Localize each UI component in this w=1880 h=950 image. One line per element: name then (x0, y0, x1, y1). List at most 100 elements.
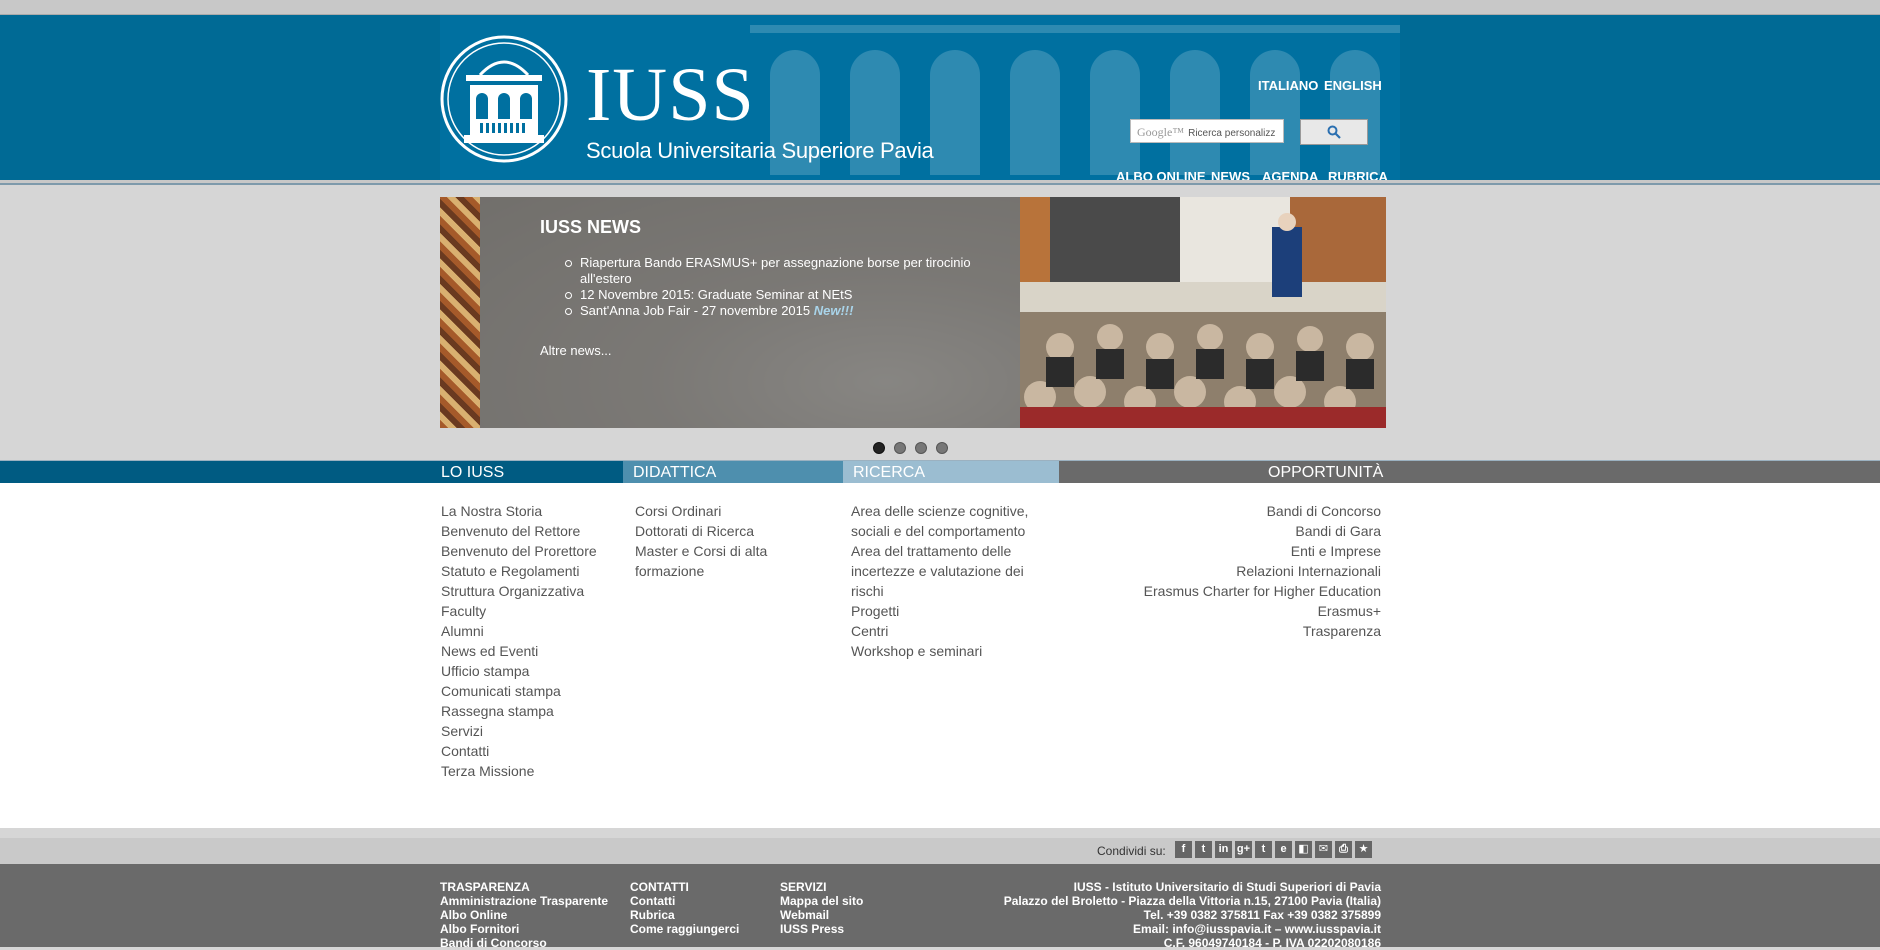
logo-subtitle: Scuola Universitaria Superiore Pavia (586, 138, 934, 163)
footer-link[interactable]: Contatti (630, 894, 739, 908)
menu-link[interactable]: Dottorati di Ricerca (635, 521, 767, 541)
slider-dot-4[interactable] (936, 442, 948, 454)
nav-news[interactable]: NEWS (1211, 169, 1250, 180)
band-lo-iuss-label: LO IUSS (441, 464, 505, 481)
google-brand: Google™ (1137, 125, 1185, 139)
top-strip (0, 0, 1880, 15)
menu-link[interactable]: Centri (851, 621, 1028, 641)
footer-link[interactable]: Bandi di Concorso (440, 936, 608, 950)
footer-link[interactable]: IUSS Press (780, 922, 863, 936)
menu-link[interactable]: Struttura Organizzativa (441, 581, 597, 601)
twitter-icon[interactable]: t (1195, 841, 1212, 858)
institution-email[interactable]: Email: info@iusspavia.it – www.iusspavia… (1004, 922, 1381, 936)
menu-link[interactable]: Corsi Ordinari (635, 501, 767, 521)
menu-link[interactable]: incertezze e valutazione dei (851, 561, 1028, 581)
menu-link[interactable]: Erasmus Charter for Higher Education (1144, 581, 1381, 601)
menu-link[interactable]: Statuto e Regolamenti (441, 561, 597, 581)
menu-link[interactable]: News ed Eventi (441, 641, 597, 661)
footer-link[interactable]: Mappa del sito (780, 894, 863, 908)
slider-dot-2[interactable] (894, 442, 906, 454)
nav-agenda[interactable]: AGENDA (1262, 169, 1318, 180)
menu-link[interactable]: Relazioni Internazionali (1144, 561, 1381, 581)
menu-ricerca: Area delle scienze cognitive, sociali e … (851, 501, 1028, 661)
menu-link[interactable]: Erasmus+ (1144, 601, 1381, 621)
menu-link[interactable]: Servizi (441, 721, 597, 741)
menu-link[interactable]: Progetti (851, 601, 1028, 621)
search-icon (1327, 125, 1341, 139)
share-bar: Condividi su: f t in g+ t e ◧ ✉ ⎙ ★ (0, 838, 1880, 864)
menu-link[interactable]: Alumni (441, 621, 597, 641)
googleplus-icon[interactable]: g+ (1235, 841, 1252, 858)
menu-link[interactable]: Rassegna stampa (441, 701, 597, 721)
print-icon[interactable]: ⎙ (1335, 841, 1352, 858)
menu-link[interactable]: Area delle scienze cognitive, (851, 501, 1028, 521)
delicious-icon[interactable]: ◧ (1295, 841, 1312, 858)
footer-link[interactable]: Come raggiungerci (630, 922, 739, 936)
news-item[interactable]: Sant'Anna Job Fair - 27 novembre 2015 Ne… (565, 303, 1020, 319)
menu-link[interactable]: Master e Corsi di alta (635, 541, 767, 561)
news-panel: IUSS NEWS Riapertura Bando ERASMUS+ per … (480, 197, 1020, 428)
more-news-link[interactable]: Altre news... (540, 343, 612, 358)
slider-pagination (873, 442, 948, 454)
menu-link[interactable]: Benvenuto del Prorettore (441, 541, 597, 561)
site-header: IUSS Scuola Universitaria Superiore Pavi… (0, 15, 1880, 180)
menu-link[interactable]: sociali e del comportamento (851, 521, 1028, 541)
band-opportunita[interactable]: OPPORTUNITÀ (1059, 461, 1880, 483)
menu-link[interactable]: formazione (635, 561, 767, 581)
menu-link[interactable]: Comunicati stampa (441, 681, 597, 701)
ceremony-photo (1020, 197, 1386, 428)
institution-tax-ids: C.F. 96049740184 - P. IVA 02202080186 (1163, 936, 1381, 950)
footer-link[interactable]: Rubrica (630, 908, 739, 922)
band-didattica[interactable]: DIDATTICA (623, 461, 843, 483)
lang-english-link[interactable]: ENGLISH (1324, 78, 1382, 93)
menu-link[interactable]: Trasparenza (1144, 621, 1381, 641)
footer-link[interactable]: Albo Fornitori (440, 922, 608, 936)
footer-link[interactable]: Webmail (780, 908, 863, 922)
header-inner: IUSS Scuola Universitaria Superiore Pavi… (440, 15, 1400, 180)
menu-link[interactable]: Workshop e seminari (851, 641, 1028, 661)
menu-link[interactable]: Benvenuto del Rettore (441, 521, 597, 541)
search-button[interactable] (1300, 119, 1368, 145)
nav-rubrica[interactable]: RUBRICA (1328, 169, 1388, 180)
search-input[interactable]: Google™ Ricerca personalizz (1130, 119, 1284, 143)
band-lo-iuss[interactable]: LO IUSS (0, 461, 623, 483)
news-list: Riapertura Bando ERASMUS+ per assegnazio… (565, 255, 1020, 319)
tapestry-image (440, 197, 480, 428)
menu-link[interactable]: Faculty (441, 601, 597, 621)
band-ricerca[interactable]: RICERCA (843, 461, 1059, 483)
new-badge: New!!! (813, 303, 854, 318)
tumblr-icon[interactable]: t (1255, 841, 1272, 858)
news-slider[interactable]: IUSS NEWS Riapertura Bando ERASMUS+ per … (440, 197, 1386, 428)
evernote-icon[interactable]: e (1275, 841, 1292, 858)
footer-link[interactable]: Amministrazione Trasparente (440, 894, 608, 908)
news-item[interactable]: Riapertura Bando ERASMUS+ per assegnazio… (565, 255, 1020, 287)
share-icons: f t in g+ t e ◧ ✉ ⎙ ★ (1175, 841, 1372, 858)
linkedin-icon[interactable]: in (1215, 841, 1232, 858)
slider-dot-1[interactable] (873, 442, 885, 454)
favorite-icon[interactable]: ★ (1355, 841, 1372, 858)
search-placeholder: Ricerca personalizz (1188, 128, 1276, 139)
footer-heading: TRASPARENZA (440, 880, 530, 894)
menu-link[interactable]: Terza Missione (441, 761, 597, 781)
iuss-seal-icon[interactable] (440, 35, 568, 163)
menu-link[interactable]: rischi (851, 581, 1028, 601)
news-item[interactable]: 12 Novembre 2015: Graduate Seminar at NE… (565, 287, 1020, 303)
facebook-icon[interactable]: f (1175, 841, 1192, 858)
menu-link[interactable]: Enti e Imprese (1144, 541, 1381, 561)
footer-link[interactable]: Albo Online (440, 908, 608, 922)
menu-opportunita: Bandi di Concorso Bandi di Gara Enti e I… (1144, 501, 1381, 641)
menu-link[interactable]: La Nostra Storia (441, 501, 597, 521)
logo-wordmark[interactable]: IUSS (586, 57, 755, 133)
menu-link[interactable]: Bandi di Concorso (1144, 501, 1381, 521)
site-footer: TRASPARENZA Amministrazione Trasparente … (0, 864, 1880, 950)
institution-name: IUSS - Istituto Universitario di Studi S… (1073, 880, 1381, 894)
menu-link[interactable]: Area del trattamento delle (851, 541, 1028, 561)
band-didattica-label: DIDATTICA (633, 464, 717, 481)
lang-italiano-link[interactable]: ITALIANO (1258, 78, 1318, 93)
menu-link[interactable]: Contatti (441, 741, 597, 761)
slider-dot-3[interactable] (915, 442, 927, 454)
menu-link[interactable]: Ufficio stampa (441, 661, 597, 681)
email-icon[interactable]: ✉ (1315, 841, 1332, 858)
menu-link[interactable]: Bandi di Gara (1144, 521, 1381, 541)
nav-albo-online[interactable]: ALBO ONLINE (1116, 169, 1206, 180)
